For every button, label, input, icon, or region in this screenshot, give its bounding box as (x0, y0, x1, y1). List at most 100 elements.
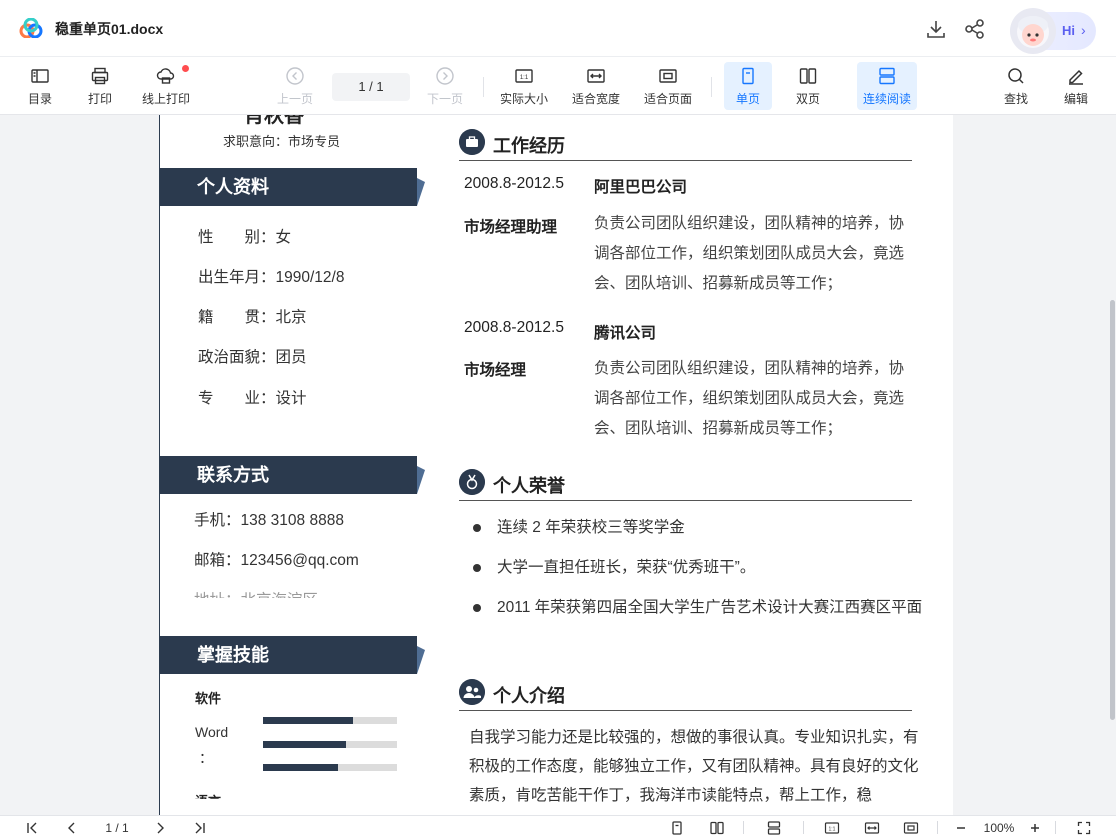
toolbar-divider (483, 77, 484, 97)
skill-category: 软件 (195, 691, 222, 706)
status-divider (743, 821, 744, 834)
job-date: 2008.8-2012.5 (464, 319, 564, 336)
first-page-button[interactable] (24, 819, 40, 836)
fit-page-button[interactable]: 适合页面 (640, 62, 696, 110)
continuous-read-icon (879, 67, 895, 84)
skill-level-bar (263, 764, 397, 771)
continuous-read-label: 连续阅读 (862, 91, 911, 106)
chevron-right-icon: › (1081, 22, 1086, 38)
fit-width-button[interactable]: 适合宽度 (568, 62, 624, 110)
skill-level-bar (263, 741, 397, 748)
ai-assistant-button[interactable]: Hi › (1010, 8, 1096, 54)
skill-level-bar (263, 717, 397, 724)
download-icon[interactable] (925, 18, 947, 40)
actual-size-button[interactable]: 1:1 实际大小 (496, 62, 552, 110)
zoom-level[interactable]: 100% (978, 819, 1020, 836)
list-item: 大学一直担任班长，荣获“优秀班干”。 (469, 548, 929, 588)
list-item: 2011 年荣获第四届全国大学生广告艺术设计大赛江西赛区平面作品类三等奖 (469, 588, 929, 628)
section-heading-personal: 个人资料 (159, 168, 425, 206)
double-page-icon (710, 821, 724, 834)
vertical-scrollbar[interactable] (1108, 115, 1116, 815)
actual-size-label: 实际大小 (499, 91, 548, 106)
next-page-label: 下一页 (426, 91, 463, 106)
fit-width-icon (587, 68, 605, 83)
single-page-button[interactable]: 单页 (724, 62, 772, 110)
outline-label: 目录 (27, 91, 52, 106)
section-heading-honors: 个人荣誉 (459, 465, 912, 501)
document-title: 稳重单页01.docx (55, 21, 164, 37)
scrollbar-thumb[interactable] (1110, 300, 1115, 720)
fit-page-icon (659, 68, 677, 83)
zoom-in-button[interactable] (1027, 819, 1043, 836)
section-heading-text: 个人介绍 (493, 686, 565, 706)
last-page-icon (195, 822, 205, 833)
notification-dot (182, 65, 189, 72)
arrow-left-circle-icon (286, 66, 304, 85)
continuous-view-button[interactable] (766, 819, 782, 836)
intro-text: 自我学习能力还是比较强的，想做的事很认真。专业知识扎实，有积极的工作态度，能够独… (469, 729, 919, 804)
job-company: 腾讯公司 (594, 325, 657, 342)
first-page-icon (27, 822, 37, 833)
double-page-view-button[interactable] (709, 819, 725, 836)
search-icon (1008, 67, 1024, 84)
print-label: 打印 (87, 91, 112, 106)
outline-button[interactable]: 目录 (22, 62, 58, 110)
last-page-button[interactable] (192, 819, 208, 836)
svg-text:1:1: 1:1 (520, 75, 529, 81)
job-title: 市场经理 (464, 362, 527, 379)
people-icon (459, 679, 485, 705)
skill-colon: ： (199, 750, 213, 766)
fit-width-small-button[interactable] (864, 819, 880, 836)
honors-list: 连续 2 年荣获校三等奖学金 大学一直担任班长，荣获“优秀班干”。 2011 年… (469, 508, 929, 628)
contact-address: 地址：北京海淀区 (194, 588, 318, 598)
share-icon[interactable] (964, 18, 986, 40)
prev-page-button[interactable]: 上一页 (272, 62, 318, 110)
single-page-view-button[interactable] (669, 819, 685, 836)
section-heading-work: 工作经历 (459, 125, 912, 161)
fullscreen-button[interactable] (1076, 819, 1092, 836)
print-button[interactable]: 打印 (82, 62, 118, 110)
skill-category: 语言 (195, 791, 221, 799)
section-heading-skills: 掌握技能 (159, 636, 425, 674)
status-divider (937, 821, 938, 834)
zoom-out-button[interactable] (953, 819, 969, 836)
fit-page-label: 适合页面 (643, 91, 692, 106)
section-heading-text: 工作经历 (493, 136, 565, 156)
actual-size-icon: 1:1 (824, 821, 840, 834)
fit-width-label: 适合宽度 (571, 91, 620, 106)
fullscreen-icon (1077, 821, 1091, 834)
app-logo-icon (19, 18, 43, 38)
status-page-indicator: 1 / 1 (105, 820, 129, 835)
section-heading-contact: 联系方式 (159, 456, 425, 494)
arrow-right-circle-icon (436, 66, 454, 85)
title-bar: 稳重单页01.docx Hi › (0, 0, 1116, 57)
section-heading-text: 个人荣誉 (493, 476, 565, 496)
continuous-read-button[interactable]: 连续阅读 (857, 62, 917, 110)
document-page: 肖秋香 求职意向：市场专员 个人资料 性 别：女 出生年月：1990/12/8 … (159, 115, 953, 815)
double-page-button[interactable]: 双页 (784, 62, 832, 110)
page-number-input[interactable]: 1 / 1 (332, 73, 410, 101)
next-page-small-button[interactable] (152, 819, 168, 836)
medal-icon (459, 469, 485, 495)
fit-page-icon (903, 821, 919, 834)
section-heading-text: 个人资料 (197, 177, 269, 197)
prev-page-small-button[interactable] (64, 819, 80, 836)
info-political: 政治面貌：团员 (198, 349, 307, 366)
chevron-left-icon (68, 822, 75, 833)
toolbar-divider (711, 77, 712, 97)
printer-icon (91, 67, 109, 84)
next-page-button[interactable]: 下一页 (422, 62, 468, 110)
find-button[interactable]: 查找 (998, 62, 1034, 110)
actual-size-small-button[interactable]: 1:1 (824, 819, 840, 836)
info-birth: 出生年月：1990/12/8 (198, 269, 345, 286)
toolbar: 目录 打印 线上打印 上一页 1 / 1 下一页 1:1 实际大小 适合宽度 适… (0, 57, 1116, 115)
document-viewport[interactable]: 肖秋香 求职意向：市场专员 个人资料 性 别：女 出生年月：1990/12/8 … (0, 115, 1116, 815)
info-gender: 性 别：女 (198, 229, 292, 246)
plus-icon (1031, 823, 1039, 832)
fit-page-small-button[interactable] (903, 819, 919, 836)
skill-name: Word (195, 724, 229, 740)
single-page-icon (742, 67, 754, 84)
skill-level-fill (263, 717, 353, 724)
edit-button[interactable]: 编辑 (1058, 62, 1094, 110)
skill-level-fill (263, 764, 339, 771)
